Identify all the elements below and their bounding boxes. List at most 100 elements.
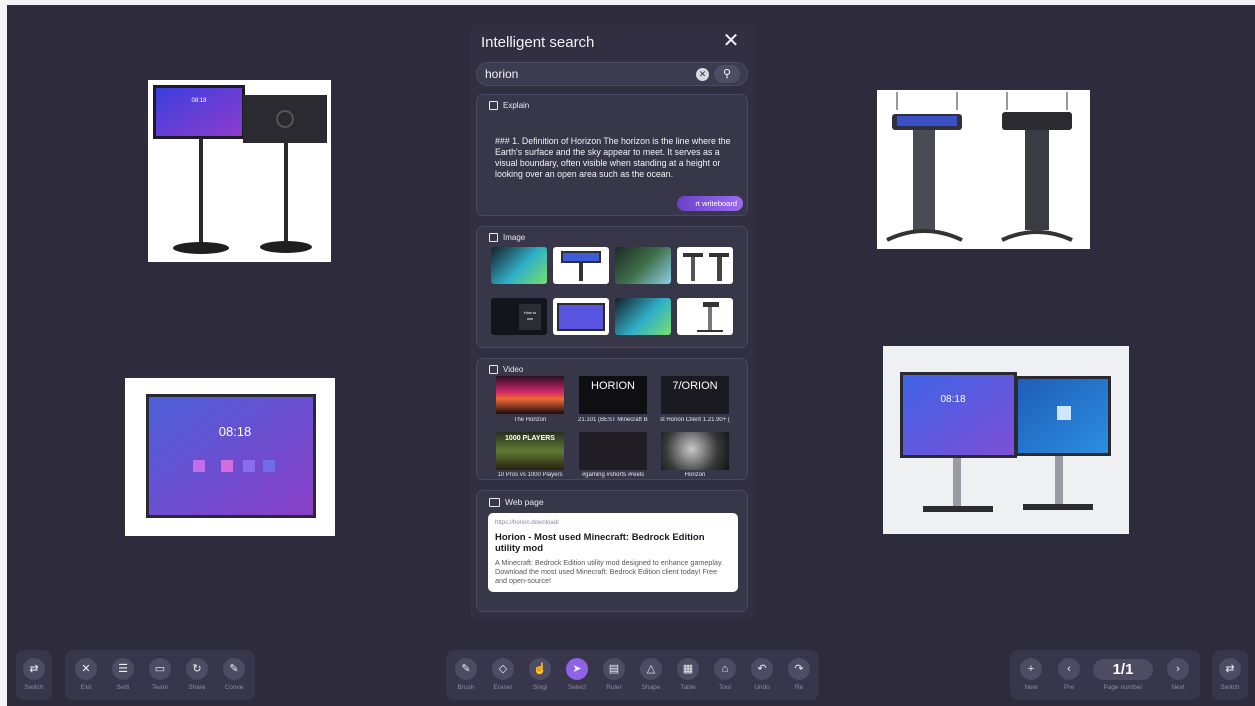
convert-button[interactable]: ✎ Conve <box>217 658 251 691</box>
table-icon: ▦ <box>677 658 699 680</box>
video-result[interactable]: 1000 PLAYERS <box>496 432 564 470</box>
previous-page-button[interactable]: ‹ Pre <box>1052 658 1086 691</box>
image-result[interactable] <box>677 298 733 335</box>
ruler-label: Ruler <box>606 684 622 691</box>
switch-icon: ⇄ <box>23 658 45 680</box>
video-thumb-text: 1000 PLAYERS <box>505 435 555 442</box>
select-label: Select <box>567 684 587 691</box>
tool-label: Tool <box>719 684 731 691</box>
video-result[interactable] <box>661 432 729 470</box>
page-number-display[interactable]: 1/1 <box>1093 659 1153 680</box>
explain-card: Explain ### 1. Definition of Horizon The… <box>476 94 748 216</box>
search-box: ✕ ⚲ <box>476 62 748 86</box>
undo-button[interactable]: ↶ Undo <box>745 658 779 691</box>
pointer-icon: ➤ <box>566 658 588 680</box>
exit-label: Exit <box>80 684 92 691</box>
video-result[interactable] <box>496 376 564 414</box>
document-icon <box>489 101 498 110</box>
eraser-icon: ◇ <box>492 658 514 680</box>
hand-icon: ☝ <box>529 658 551 680</box>
team-label: Team <box>152 684 168 691</box>
redo-button[interactable]: ↷ Re <box>782 658 816 691</box>
next-page-button[interactable]: › Next <box>1161 658 1195 691</box>
image-result[interactable] <box>553 247 609 284</box>
explain-header: Explain <box>489 101 529 110</box>
single-touch-label: Singl <box>532 684 548 691</box>
canvas-image-podium[interactable] <box>877 90 1090 249</box>
intelligent-search-panel: Intelligent search ✕ ✕ ⚲ Explain ### 1. … <box>470 24 756 620</box>
brush-tool[interactable]: ✎ Brush <box>449 658 483 691</box>
image-result[interactable] <box>677 247 733 284</box>
search-input[interactable] <box>485 65 685 83</box>
image-result[interactable] <box>615 247 671 284</box>
web-result-url: https://horion.download/ <box>495 520 559 526</box>
video-caption: st Horion Client 1.21.90+ ( <box>660 417 730 423</box>
chevron-right-icon: › <box>1167 658 1189 680</box>
svg-text:08:18: 08:18 <box>940 394 965 405</box>
web-page-header: Web page <box>489 497 544 507</box>
plus-icon: + <box>1020 658 1042 680</box>
shape-tool[interactable]: △ Shape <box>634 658 668 691</box>
switch-label: Switch <box>24 684 44 691</box>
switch-button-left[interactable]: ⇄ Switch <box>17 658 51 691</box>
new-page-button[interactable]: + New <box>1014 658 1048 691</box>
canvas-image-stand-display[interactable]: 08:18 <box>148 80 331 262</box>
left-toolbar: ✕ Exit ☰ Setti ▭ Team ↻ Share ✎ Conve <box>65 650 255 700</box>
settings-icon: ☰ <box>112 658 134 680</box>
share-icon: ↻ <box>186 658 208 680</box>
browser-icon <box>489 497 500 507</box>
explain-label: Explain <box>503 101 530 110</box>
web-result-title[interactable]: Horion - Most used Minecraft: Bedrock Ed… <box>495 532 731 554</box>
video-caption: 10 Pros vs 1000 Players <box>497 472 563 478</box>
svg-text:How to: How to <box>524 310 537 315</box>
search-icon[interactable]: ⚲ <box>714 65 740 83</box>
new-label: New <box>1024 684 1038 691</box>
brush-label: Brush <box>457 684 475 691</box>
settings-button[interactable]: ☰ Setti <box>106 658 140 691</box>
undo-icon: ↶ <box>751 658 773 680</box>
video-caption: #gaming #shorts #reels <box>581 472 645 478</box>
clear-icon[interactable]: ✕ <box>696 68 709 81</box>
shape-icon: △ <box>640 658 662 680</box>
image-result[interactable] <box>553 298 609 335</box>
eraser-tool[interactable]: ◇ Eraser <box>486 658 520 691</box>
tool-box[interactable]: ⌂ Tool <box>708 658 742 691</box>
left-edge <box>0 0 7 706</box>
image-result[interactable] <box>491 247 547 284</box>
switch-button-right[interactable]: ⇄ Switch <box>1213 658 1247 691</box>
ruler-tool[interactable]: ▤ Ruler <box>597 658 631 691</box>
panel-title: Intelligent search <box>481 34 595 51</box>
canvas-image-panel-display[interactable]: 08:18 <box>125 378 335 536</box>
close-icon: ✕ <box>75 658 97 680</box>
select-tool[interactable]: ➤ Select <box>560 658 594 691</box>
eraser-label: Eraser <box>493 684 513 691</box>
exit-button[interactable]: ✕ Exit <box>69 658 103 691</box>
team-button[interactable]: ▭ Team <box>143 658 177 691</box>
single-touch-tool[interactable]: ☝ Singl <box>523 658 557 691</box>
share-button[interactable]: ↻ Share <box>180 658 214 691</box>
video-thumb-text: 7/ORION <box>672 380 718 392</box>
svg-text:08:18: 08:18 <box>219 424 252 439</box>
video-caption: Horizon <box>684 472 706 478</box>
video-result[interactable]: 7/ORION <box>661 376 729 414</box>
redo-label: Re <box>794 684 804 691</box>
close-icon[interactable]: ✕ <box>720 30 742 52</box>
explain-text: ### 1. Definition of Horizon The horizon… <box>495 136 731 179</box>
shape-label: Shape <box>641 684 661 691</box>
video-card: Video HORION 7/ORION The Horizon 21.101 … <box>476 358 748 480</box>
switch-label: Switch <box>1220 684 1240 691</box>
chevron-left-icon: ‹ <box>1058 658 1080 680</box>
video-result[interactable]: HORION <box>579 376 647 414</box>
canvas-image-dual-display[interactable]: 08:18 <box>883 346 1129 534</box>
image-result[interactable]: How to use <box>491 298 547 335</box>
table-tool[interactable]: ▦ Table <box>671 658 705 691</box>
settings-label: Setti <box>116 684 130 691</box>
insert-writeboard-button[interactable]: rt writeboard <box>677 196 743 211</box>
image-result[interactable] <box>615 298 671 335</box>
video-result[interactable] <box>579 432 647 470</box>
video-label: Video <box>503 365 524 374</box>
video-caption: The Horizon <box>513 417 547 423</box>
play-icon <box>489 365 498 374</box>
web-result[interactable]: https://horion.download/ Horion - Most u… <box>488 513 738 592</box>
monitor-icon: ▭ <box>149 658 171 680</box>
